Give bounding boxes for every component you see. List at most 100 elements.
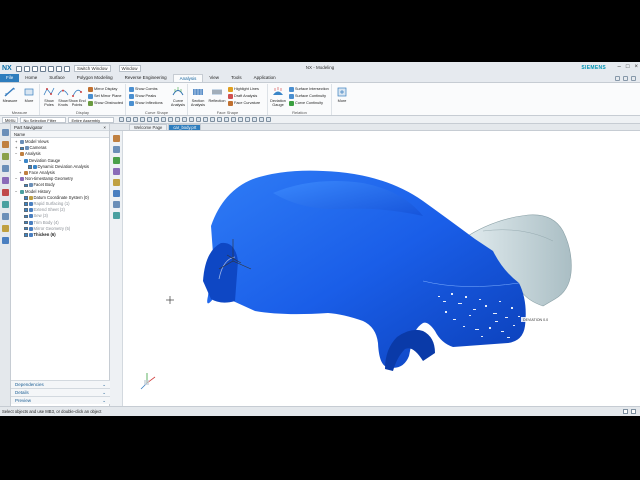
face-curvature-button[interactable]: Face Curvature xyxy=(228,100,260,106)
intersection-icon[interactable] xyxy=(154,117,160,122)
show-inflections-button[interactable]: Show Inflections xyxy=(129,100,163,106)
orient-view-icon[interactable] xyxy=(112,190,120,197)
menu-button[interactable]: Menu xyxy=(2,116,19,123)
visibility-checkbox[interactable] xyxy=(24,202,28,206)
assembly-navigator-icon[interactable] xyxy=(1,141,9,148)
zoom-view-icon[interactable] xyxy=(112,146,120,153)
curve-continuity-button[interactable]: Curve Continuity xyxy=(289,100,323,106)
tab-tools[interactable]: Tools xyxy=(225,74,248,82)
draft-analysis-button[interactable]: Draft Analysis xyxy=(228,93,257,99)
set-mirror-plane-button[interactable]: Set Mirror Plane xyxy=(88,93,121,99)
minimize-icon[interactable]: – xyxy=(618,64,621,70)
clip-section-icon[interactable] xyxy=(112,201,120,208)
paste-icon[interactable] xyxy=(56,65,62,72)
show-end-points-button[interactable]: Show End Points xyxy=(68,86,86,107)
expand-toggle-icon[interactable]: − xyxy=(19,158,23,164)
cut-icon[interactable] xyxy=(40,65,46,72)
more-button[interactable]: More xyxy=(333,86,351,103)
reuse-library-icon[interactable] xyxy=(1,165,9,172)
visibility-checkbox[interactable] xyxy=(24,196,28,200)
midpoint-icon[interactable] xyxy=(140,117,146,122)
visibility-checkbox[interactable] xyxy=(24,183,28,188)
constraint-navigator-icon[interactable] xyxy=(1,153,9,160)
show-peaks-button[interactable]: Show Peaks xyxy=(129,93,156,99)
point-icon[interactable] xyxy=(126,117,132,122)
quadrant-icon[interactable] xyxy=(161,117,167,122)
help-icon[interactable] xyxy=(623,76,628,81)
ribbon-options-icon[interactable] xyxy=(631,76,636,81)
background-color-icon[interactable] xyxy=(112,212,120,219)
surface-intersection-button[interactable]: Surface Intersection xyxy=(289,86,329,92)
show-obstructed-button[interactable]: Show Obstructed xyxy=(88,100,123,106)
visibility-checkbox[interactable] xyxy=(24,220,28,225)
expand-toggle-icon[interactable]: + xyxy=(15,145,19,151)
pole-icon[interactable] xyxy=(168,117,174,122)
roles-icon[interactable] xyxy=(1,237,9,244)
tab-polygon-modeling[interactable]: Polygon Modeling xyxy=(71,74,119,82)
system-materials-icon[interactable] xyxy=(1,213,9,220)
expand-toggle-icon[interactable]: + xyxy=(19,170,23,176)
tab-reverse-engineering[interactable]: Reverse Engineering xyxy=(119,74,173,82)
endpoint-icon[interactable] xyxy=(133,117,139,122)
visibility-checkbox[interactable] xyxy=(20,146,24,151)
repeat-icon[interactable] xyxy=(64,65,70,72)
web-browser-icon[interactable] xyxy=(1,189,9,196)
redo-icon[interactable] xyxy=(32,65,38,72)
visibility-checkbox[interactable] xyxy=(24,208,28,212)
render-style-icon[interactable] xyxy=(112,179,120,186)
window-menu[interactable]: Window xyxy=(118,65,141,72)
scope-filter-select[interactable]: Entire Assembly xyxy=(68,116,115,123)
orient-icon[interactable] xyxy=(224,117,230,122)
pan-view-icon[interactable] xyxy=(112,168,120,175)
tab-welcome-page[interactable]: Welcome Page xyxy=(129,124,168,130)
visibility-checkbox[interactable] xyxy=(24,233,28,237)
tab-application[interactable]: Application xyxy=(248,74,282,82)
maximize-icon[interactable]: □ xyxy=(626,64,630,70)
tab-file[interactable]: File xyxy=(0,74,20,82)
expand-toggle-icon[interactable]: − xyxy=(15,189,19,195)
surface-continuity-button[interactable]: Surface Continuity xyxy=(289,93,326,99)
background-icon[interactable] xyxy=(266,117,272,122)
visibility-checkbox[interactable] xyxy=(28,165,32,169)
visibility-checkbox[interactable] xyxy=(24,226,28,231)
graphics-canvas[interactable]: DEVIATION 0.0 xyxy=(123,131,640,406)
details-panel[interactable]: Details ⌄ xyxy=(11,388,110,396)
curve-analysis-button[interactable]: Curve Analysis xyxy=(169,86,187,107)
pan-icon[interactable] xyxy=(203,117,209,122)
view-settings-icon[interactable] xyxy=(259,117,265,122)
expand-toggle-icon[interactable]: − xyxy=(15,176,19,182)
zoom-icon[interactable] xyxy=(189,117,195,122)
tab-surface[interactable]: Surface xyxy=(43,74,71,82)
rotate-icon[interactable] xyxy=(196,117,202,122)
section-analysis-button[interactable]: Section Analysis xyxy=(189,86,207,107)
dependencies-panel[interactable]: Dependencies ⌄ xyxy=(11,380,110,388)
highlight-lines-button[interactable]: Highlight Lines xyxy=(228,86,259,92)
rotate-view-icon[interactable] xyxy=(112,157,120,164)
measure-more-button[interactable]: More xyxy=(20,86,38,103)
section-icon[interactable] xyxy=(238,117,244,122)
show-hide-icon[interactable] xyxy=(252,117,258,122)
column-header-name[interactable]: Name xyxy=(11,131,109,138)
measure-button[interactable]: Measure xyxy=(1,86,19,103)
type-filter-select[interactable]: No Selection Filter xyxy=(20,116,67,123)
expand-toggle-icon[interactable]: + xyxy=(15,139,19,145)
status-icon-2[interactable] xyxy=(631,409,636,414)
fit-view-icon[interactable] xyxy=(112,135,120,142)
tree-node[interactable]: Thicken (6) xyxy=(11,232,109,238)
switch-window-button[interactable]: Switch Window xyxy=(74,65,111,72)
undo-icon[interactable] xyxy=(24,65,30,72)
save-icon[interactable] xyxy=(16,65,22,72)
tab-view[interactable]: View xyxy=(203,74,225,82)
process-studio-icon[interactable] xyxy=(1,225,9,232)
grid-icon[interactable] xyxy=(175,117,181,122)
history-icon[interactable] xyxy=(1,201,9,208)
visibility-checkbox[interactable] xyxy=(24,214,28,219)
fit-icon[interactable] xyxy=(182,117,188,122)
mirror-display-button[interactable]: Mirror Display xyxy=(88,86,117,92)
reflection-button[interactable]: Reflection xyxy=(208,86,226,103)
tab-car-body-part[interactable]: car_body.prt xyxy=(168,124,202,130)
status-icon-1[interactable] xyxy=(623,409,628,414)
close-navigator-icon[interactable]: × xyxy=(103,124,106,131)
snap-icon[interactable] xyxy=(119,117,125,122)
render-icon[interactable] xyxy=(245,117,251,122)
